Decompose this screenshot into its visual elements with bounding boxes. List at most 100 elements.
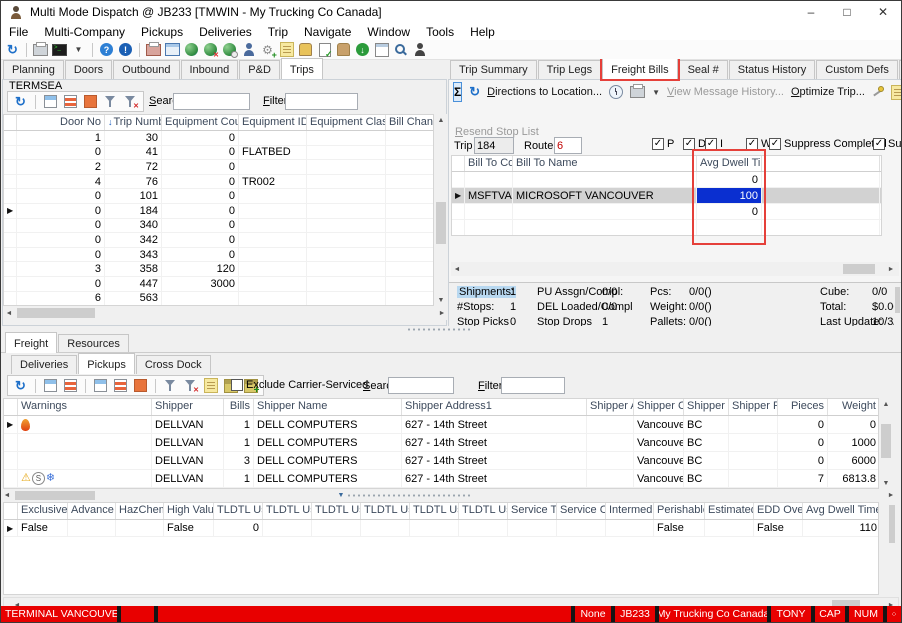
column-header[interactable]: Equipment ID <box>239 115 307 130</box>
summary-vscrollbar[interactable] <box>894 283 901 326</box>
column-header[interactable]: Warnings <box>18 399 152 415</box>
column-header[interactable]: ↓Trip Numbe <box>105 115 162 130</box>
table-row[interactable]: ⚠S❄DELLVAN1DELL COMPUTERS627 - 14th Stre… <box>4 470 878 488</box>
tab-trip-summary[interactable]: Trip Summary <box>450 60 537 79</box>
table-row[interactable]: ▶MSFTVANMICROSOFT VANCOUVER100 <box>452 188 881 204</box>
search-web-icon[interactable] <box>392 41 409 58</box>
globe-clock-icon[interactable] <box>221 41 238 58</box>
tab-outbound[interactable]: Outbound <box>113 60 179 79</box>
column-header[interactable]: Service Clas <box>557 503 606 519</box>
user-dark-icon[interactable] <box>411 41 428 58</box>
subtab-deliveries[interactable]: Deliveries <box>11 355 77 374</box>
checkbox-i[interactable]: ✓I <box>705 138 723 150</box>
checkbox-d[interactable]: ✓D <box>683 138 706 150</box>
tab-trip-legs[interactable]: Trip Legs <box>538 60 601 79</box>
table-row[interactable] <box>452 220 881 236</box>
menu-item-deliveries[interactable]: Deliveries <box>191 25 260 39</box>
tab-trips[interactable]: Trips <box>281 58 323 79</box>
search-input[interactable] <box>173 93 250 110</box>
exclude-carrier-serviced-checkbox[interactable]: Exclude Carrier-Serviced <box>231 379 368 391</box>
tab-freight[interactable]: Freight <box>5 332 57 353</box>
square-blue-icon[interactable] <box>92 377 109 394</box>
panel-icon[interactable] <box>164 41 181 58</box>
column-header[interactable]: HazChem <box>116 503 164 519</box>
tab-inbound[interactable]: Inbound <box>181 60 239 79</box>
tab-resources[interactable]: Resources <box>58 334 129 353</box>
column-header[interactable]: Exclusive <box>18 503 68 519</box>
details-vscrollbar[interactable] <box>887 502 897 595</box>
scrollbar-thumb[interactable] <box>889 505 895 543</box>
table-row[interactable]: 03420 <box>4 233 433 248</box>
trip-number-field[interactable] <box>474 137 514 154</box>
scrollbar-thumb[interactable] <box>17 308 95 318</box>
column-header[interactable]: Weight <box>828 399 879 415</box>
help-icon[interactable]: ? <box>98 41 115 58</box>
menu-item-multi-company[interactable]: Multi-Company <box>36 25 133 39</box>
table-row[interactable]: 01010 <box>4 189 433 204</box>
square-red-icon[interactable] <box>62 93 79 110</box>
window-icon[interactable] <box>373 41 390 58</box>
column-header[interactable]: Door No <box>17 115 105 130</box>
column-header[interactable]: Bill To Code <box>465 156 513 171</box>
refresh-icon[interactable]: ↻ <box>469 84 480 101</box>
square-red-icon[interactable] <box>112 377 129 394</box>
filter-input[interactable] <box>285 93 358 110</box>
dropdown-icon[interactable]: ▼ <box>70 41 87 58</box>
clock-icon[interactable] <box>609 84 623 101</box>
column-header[interactable]: Avg Dwell Time <box>803 503 879 519</box>
grid-splitter-grip[interactable] <box>347 493 471 498</box>
print-dropdown-icon[interactable]: ▼ <box>652 88 660 97</box>
checkbox-su[interactable]: ✓Su <box>873 138 901 150</box>
column-header[interactable]: High Value <box>164 503 214 519</box>
download-icon[interactable]: ↓ <box>354 41 371 58</box>
notepad-icon[interactable] <box>891 84 902 101</box>
close-button[interactable]: ✕ <box>865 1 901 23</box>
table-row[interactable]: 1300 <box>4 131 433 146</box>
menu-item-help[interactable]: Help <box>462 25 503 39</box>
column-header[interactable]: Shipper Address1 <box>402 399 587 415</box>
trips-grid-vscrollbar[interactable]: ▲ ▼ <box>434 114 448 306</box>
optimize-wand-icon[interactable] <box>872 84 884 101</box>
column-header[interactable]: Service Type <box>508 503 557 519</box>
tab-p-d[interactable]: P&D <box>239 60 280 79</box>
freight-filter-input[interactable] <box>501 377 565 394</box>
scrollbar-thumb[interactable] <box>843 264 875 274</box>
tab-planning[interactable]: Planning <box>3 60 64 79</box>
column-header[interactable]: Avg Dwell Time <box>697 156 762 171</box>
directions-to-location-button[interactable]: Directions to Location... <box>487 86 602 98</box>
table-row[interactable]: 03400 <box>4 219 433 234</box>
filter-clear-icon[interactable]: ✕ <box>182 377 199 394</box>
square-blue-icon[interactable] <box>42 93 59 110</box>
gear-add-icon[interactable]: ⚙ <box>259 41 276 58</box>
user-icon[interactable] <box>240 41 257 58</box>
refresh-icon[interactable]: ↻ <box>12 377 29 394</box>
console-icon[interactable] <box>51 41 68 58</box>
checkbox-w[interactable]: ✓W <box>746 138 771 150</box>
scrollbar-thumb[interactable] <box>881 424 891 458</box>
hand-icon[interactable] <box>335 41 352 58</box>
menu-item-tools[interactable]: Tools <box>418 25 462 39</box>
summary-sigma-button[interactable]: Σ <box>453 82 462 102</box>
column-header[interactable]: Equipment Count <box>162 115 239 130</box>
table-row[interactable]: ▶01840 <box>4 204 433 219</box>
table-row[interactable]: 04473000 <box>4 277 433 292</box>
table-row[interactable]: DELLVAN1DELL COMPUTERS627 - 14th StreetV… <box>4 434 878 452</box>
tab-status-history[interactable]: Status History <box>729 60 815 79</box>
optimize-trip-button[interactable]: Optimize Trip... <box>791 86 865 98</box>
print-red-icon[interactable] <box>145 41 162 58</box>
column-header[interactable]: EDD Overric <box>754 503 803 519</box>
refresh-icon[interactable]: ↻ <box>4 41 21 58</box>
maximize-button[interactable]: □ <box>829 1 865 23</box>
tab-seal-[interactable]: Seal # <box>679 60 728 79</box>
column-header[interactable]: TLDTL User <box>410 503 459 519</box>
column-header[interactable]: Shipper City <box>634 399 684 415</box>
tab-freight-bills[interactable]: Freight Bills <box>602 59 677 79</box>
tab-custom-defs[interactable]: Custom Defs <box>816 60 898 79</box>
column-header[interactable]: TLDTL User <box>312 503 361 519</box>
globe-error-icon[interactable] <box>202 41 219 58</box>
table-row[interactable]: 0 <box>452 204 881 220</box>
column-header[interactable]: Intermediat <box>606 503 654 519</box>
column-header[interactable]: Bill To Name <box>513 156 697 171</box>
tab-doors[interactable]: Doors <box>65 60 112 79</box>
table-row[interactable]: 03430 <box>4 248 433 263</box>
